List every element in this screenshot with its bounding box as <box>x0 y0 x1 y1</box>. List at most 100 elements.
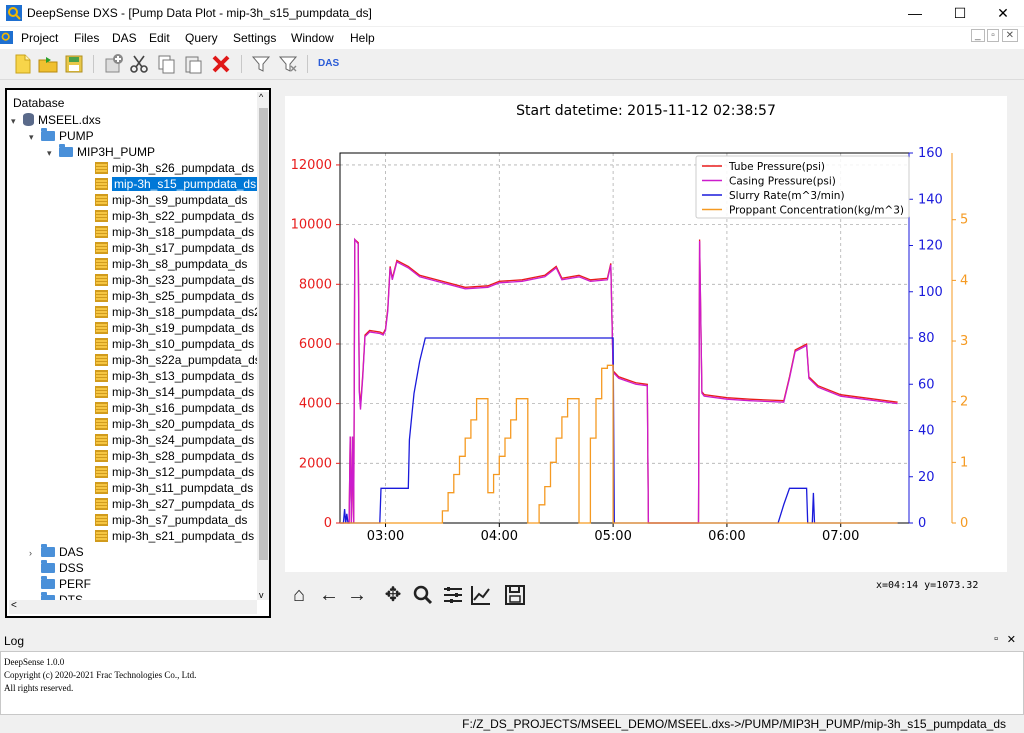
legend-entry: Tube Pressure(psi) <box>728 161 825 173</box>
table-file-icon <box>95 194 108 206</box>
table-file-icon <box>95 274 108 286</box>
tree-item-label: DSS <box>59 561 84 575</box>
pressure-tick-label: 8000 <box>299 277 332 292</box>
filter-clear-icon[interactable] <box>277 53 299 75</box>
scroll-up-icon[interactable]: ^ <box>259 92 263 102</box>
plot-title: Start datetime: 2015-11-12 02:38:57 <box>516 103 776 119</box>
menu-project[interactable]: Project <box>21 31 58 45</box>
x-tick-label: 07:00 <box>822 529 859 544</box>
menu-files[interactable]: Files <box>74 31 99 45</box>
minimize-button[interactable]: — <box>892 0 938 26</box>
menu-das[interactable]: DAS <box>112 31 137 45</box>
tree-file-item[interactable]: mip-3h_s22_pumpdata_ds <box>83 208 254 224</box>
toolbar-separator <box>241 55 242 73</box>
tree-horizontal-scrollbar[interactable]: < <box>9 600 257 614</box>
tree-file-item[interactable]: mip-3h_s19_pumpdata_ds <box>83 320 254 336</box>
tree-file-item[interactable]: mip-3h_s14_pumpdata_ds <box>83 384 254 400</box>
tree-file-item[interactable]: mip-3h_s23_pumpdata_ds <box>83 272 254 288</box>
tree-file-item[interactable]: mip-3h_s18_pumpdata_ds <box>83 224 254 240</box>
tree-folder-pump[interactable]: ▾ PUMP <box>29 128 94 144</box>
tree-folder-perf[interactable]: PERF <box>29 576 91 592</box>
plot-canvas[interactable]: 03:00 04:00 05:00 06:00 07:00 0 2000 4000 6000 80… <box>285 96 1007 572</box>
tree-file-item[interactable]: mip-3h_s25_pumpdata_ds <box>83 288 254 304</box>
tree-file-item[interactable]: mip-3h_s8_pumpdata_ds <box>83 256 247 272</box>
mdi-restore-icon[interactable]: ▫ <box>987 29 999 42</box>
pan-icon[interactable]: ✥ <box>381 583 405 607</box>
expand-arrow-icon[interactable]: ▾ <box>47 145 57 161</box>
edit-axes-icon[interactable] <box>469 583 493 607</box>
tree-item-label: DAS <box>59 545 84 559</box>
tree-folder-mip3h-pump[interactable]: ▾ MIP3H_PUMP <box>47 144 155 160</box>
tree-item-label: mip-3h_s24_pumpdata_ds <box>112 433 255 447</box>
maximize-button[interactable]: ☐ <box>937 0 983 26</box>
folder-icon <box>41 128 55 141</box>
tree-root[interactable]: ▾ MSEEL.dxs <box>11 112 101 128</box>
log-close-icon[interactable]: ✕ <box>1007 633 1016 646</box>
paste-icon[interactable] <box>182 53 204 75</box>
log-float-icon[interactable]: ▫ <box>994 633 998 645</box>
copy-icon[interactable] <box>155 53 177 75</box>
tree-file-item[interactable]: mip-3h_s12_pumpdata_ds <box>83 464 254 480</box>
tree-file-item[interactable]: mip-3h_s11_pumpdata_ds <box>83 480 253 496</box>
log-output[interactable]: DeepSense 1.0.0 Copyright (c) 2020-2021 … <box>0 651 1024 715</box>
tree-file-item[interactable]: mip-3h_s18_pumpdata_ds2 <box>83 304 261 320</box>
menu-settings[interactable]: Settings <box>233 31 276 45</box>
forward-icon[interactable]: → <box>345 583 369 607</box>
toolbar-separator <box>93 55 94 73</box>
tree-file-item[interactable]: mip-3h_s21_pumpdata_ds <box>83 528 254 544</box>
tree-file-item[interactable]: mip-3h_s22a_pumpdata_ds <box>83 352 261 368</box>
table-file-icon <box>95 306 108 318</box>
tree-item-label: MIP3H_PUMP <box>77 145 156 159</box>
menu-window[interactable]: Window <box>291 31 334 45</box>
expand-arrow-icon[interactable]: ▾ <box>29 129 39 145</box>
tree-folder-das[interactable]: › DAS <box>29 544 84 560</box>
save-figure-icon[interactable] <box>503 583 527 607</box>
tree-folder-dss[interactable]: DSS <box>29 560 84 576</box>
tree-file-item[interactable]: mip-3h_s9_pumpdata_ds <box>83 192 247 208</box>
open-folder-icon[interactable] <box>37 53 59 75</box>
tree-file-item[interactable]: mip-3h_s26_pumpdata_ds <box>83 160 254 176</box>
folder-icon <box>41 576 55 589</box>
menu-edit[interactable]: Edit <box>149 31 170 45</box>
save-icon[interactable] <box>63 53 85 75</box>
home-icon[interactable]: ⌂ <box>287 583 311 607</box>
pump-data-chart: 03:00 04:00 05:00 06:00 07:00020004000600080… <box>291 146 969 544</box>
tree-file-item[interactable]: mip-3h_s28_pumpdata_ds <box>83 448 254 464</box>
configure-icon[interactable] <box>441 583 465 607</box>
conc-tick-label: 0 <box>960 516 968 531</box>
rate-tick-label: 120 <box>918 239 943 254</box>
back-icon[interactable]: ← <box>317 583 341 607</box>
database-tree-panel[interactable]: Database ▾ MSEEL.dxs ▾ PUMP ▾ MIP3H_PUMP mip-3… <box>5 88 271 618</box>
scroll-left-icon[interactable]: < <box>11 600 17 611</box>
mdi-close-icon[interactable]: ✕ <box>1001 29 1018 42</box>
mdi-controls[interactable]: _ ▫ ✕ <box>970 29 1018 42</box>
tree-scroll-thumb[interactable] <box>259 108 268 560</box>
tree-file-item[interactable]: mip-3h_s16_pumpdata_ds <box>83 400 254 416</box>
tree-item-label: mip-3h_s14_pumpdata_ds <box>112 385 255 399</box>
add-icon[interactable] <box>103 53 125 75</box>
filter-icon[interactable] <box>250 53 272 75</box>
pressure-tick-label: 2000 <box>299 456 332 471</box>
tree-file-item[interactable]: mip-3h_s27_pumpdata_ds <box>83 496 254 512</box>
zoom-icon[interactable] <box>411 583 435 607</box>
tree-file-item[interactable]: mip-3h_s10_pumpdata_ds <box>83 336 254 352</box>
cut-icon[interactable] <box>128 53 150 75</box>
expand-arrow-icon[interactable]: ▾ <box>11 113 21 129</box>
new-file-icon[interactable] <box>12 53 34 75</box>
tree-file-item[interactable]: mip-3h_s24_pumpdata_ds <box>83 432 254 448</box>
das-button[interactable]: DAS <box>318 58 339 69</box>
mdi-minimize-icon[interactable]: _ <box>970 29 985 42</box>
menu-query[interactable]: Query <box>185 31 218 45</box>
tree-file-item[interactable]: mip-3h_s15_pumpdata_ds <box>83 176 259 192</box>
window-title: DeepSense DXS - [Pump Data Plot - mip-3h… <box>27 6 372 20</box>
close-button[interactable]: ✕ <box>980 0 1024 26</box>
menu-help[interactable]: Help <box>350 31 375 45</box>
tree-file-item[interactable]: mip-3h_s7_pumpdata_ds <box>83 512 247 528</box>
conc-tick-label: 4 <box>960 273 968 288</box>
tree-file-item[interactable]: mip-3h_s13_pumpdata_ds <box>83 368 254 384</box>
tree-file-item[interactable]: mip-3h_s17_pumpdata_ds <box>83 240 254 256</box>
scroll-down-icon[interactable]: v <box>259 590 264 600</box>
delete-icon[interactable] <box>210 53 232 75</box>
tree-file-item[interactable]: mip-3h_s20_pumpdata_ds <box>83 416 254 432</box>
expand-arrow-icon[interactable]: › <box>29 545 39 561</box>
